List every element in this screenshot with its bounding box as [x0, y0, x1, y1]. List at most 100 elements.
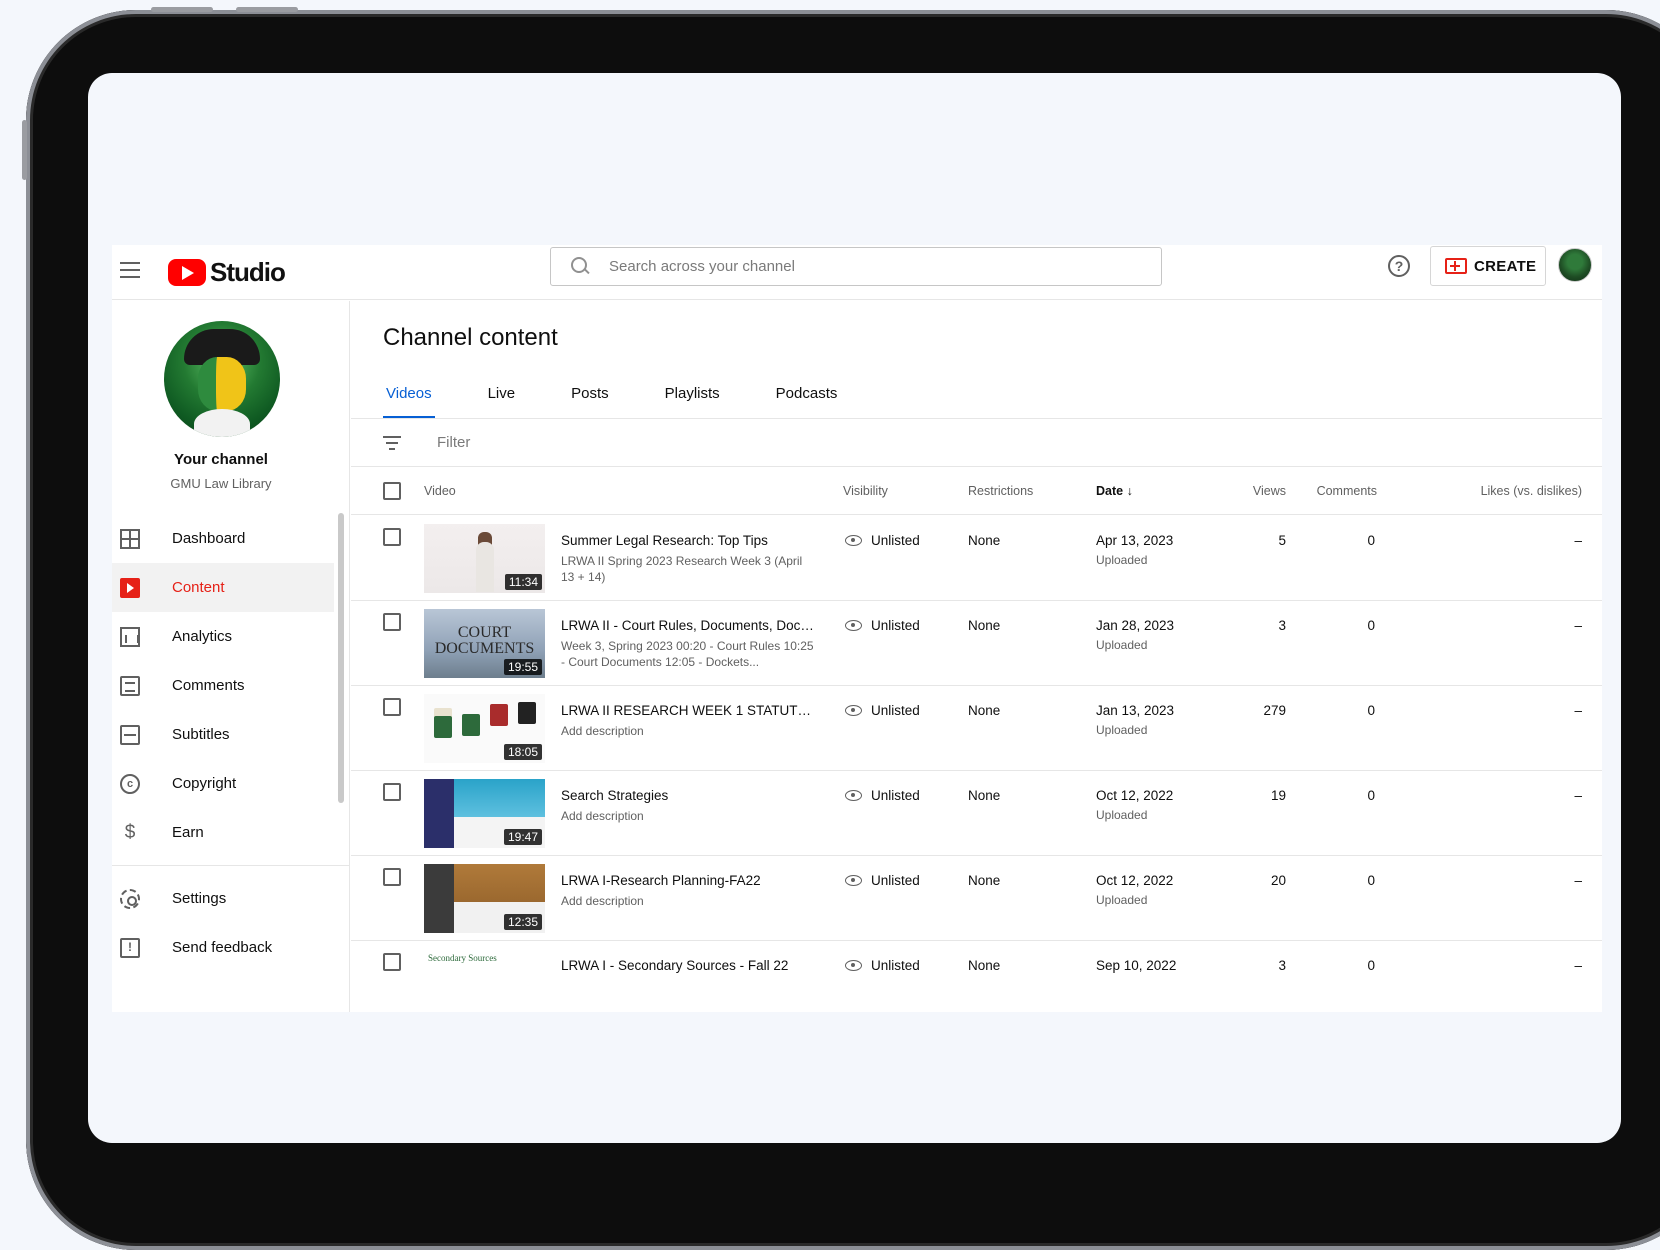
menu-icon[interactable]: [120, 262, 140, 278]
restrictions-value: None: [968, 703, 1001, 718]
column-date-label: Date: [1096, 484, 1124, 498]
video-thumbnail[interactable]: 19:47: [424, 779, 545, 848]
tab-posts[interactable]: Posts: [568, 373, 612, 419]
row-checkbox[interactable]: [383, 528, 401, 546]
video-thumbnail[interactable]: 18:05: [424, 694, 545, 763]
comments-value: 0: [1367, 958, 1375, 973]
video-thumbnail[interactable]: 11:34: [424, 524, 545, 593]
sidebar-item-dashboard[interactable]: Dashboard: [112, 514, 334, 563]
visibility-cell[interactable]: Unlisted: [845, 958, 920, 973]
date-value: Jan 28, 2023: [1096, 618, 1175, 633]
date-status: Uploaded: [1096, 893, 1148, 907]
visibility-cell[interactable]: Unlisted: [845, 703, 920, 718]
sidebar-item-analytics[interactable]: Analytics: [112, 612, 334, 661]
table-row[interactable]: Secondary Sources LRWA I - Secondary Sou…: [351, 941, 1602, 1012]
sidebar-item-label: Earn: [172, 824, 204, 841]
video-title[interactable]: Search Strategies: [561, 788, 816, 803]
search-input[interactable]: [609, 258, 1129, 275]
row-checkbox[interactable]: [383, 868, 401, 886]
youtube-play-icon: [168, 259, 206, 286]
row-checkbox[interactable]: [383, 613, 401, 631]
eye-icon: [845, 535, 862, 546]
row-checkbox[interactable]: [383, 783, 401, 801]
video-title[interactable]: LRWA I-Research Planning-FA22: [561, 873, 816, 888]
search-bar[interactable]: [550, 247, 1162, 286]
create-label: CREATE: [1474, 257, 1537, 275]
comments-value: 0: [1367, 788, 1375, 803]
column-views[interactable]: Views: [1253, 484, 1286, 498]
video-title[interactable]: Summer Legal Research: Top Tips: [561, 533, 816, 548]
tab-podcasts[interactable]: Podcasts: [773, 373, 841, 419]
visibility-value: Unlisted: [871, 873, 920, 888]
sidebar-item-comments[interactable]: Comments: [112, 661, 334, 710]
table-row[interactable]: 12:35 LRWA I-Research Planning-FA22 Add …: [351, 856, 1602, 941]
video-description: LRWA II Spring 2023 Research Week 3 (Apr…: [561, 554, 803, 584]
tablet-side-button: [22, 120, 27, 180]
select-all-checkbox[interactable]: [383, 482, 401, 500]
visibility-cell[interactable]: Unlisted: [845, 873, 920, 888]
video-title[interactable]: LRWA II - Court Rules, Documents, Dock..…: [561, 618, 816, 633]
row-checkbox[interactable]: [383, 698, 401, 716]
visibility-value: Unlisted: [871, 958, 920, 973]
video-thumbnail[interactable]: COURT DOCUMENTS 19:55: [424, 609, 545, 678]
visibility-cell[interactable]: Unlisted: [845, 533, 920, 548]
thumbnail-text: Secondary Sources: [428, 953, 497, 963]
visibility-cell[interactable]: Unlisted: [845, 618, 920, 633]
table-row[interactable]: 11:34 Summer Legal Research: Top Tips LR…: [351, 516, 1602, 601]
column-likes[interactable]: Likes (vs. dislikes): [1481, 484, 1582, 498]
channel-avatar[interactable]: [164, 321, 280, 437]
sidebar-item-content[interactable]: Content: [112, 563, 334, 612]
account-avatar[interactable]: [1558, 248, 1592, 282]
comments-value: 0: [1367, 873, 1375, 888]
sidebar-item-earn[interactable]: $ Earn: [112, 808, 334, 857]
eye-icon: [845, 620, 862, 631]
date-value: Apr 13, 2023: [1096, 533, 1174, 548]
analytics-icon: [120, 626, 140, 647]
sidebar-nav: Dashboard Content Analytics Comments Sub…: [112, 514, 334, 879]
tablet-top-button: [151, 7, 213, 12]
filter-icon[interactable]: [383, 435, 401, 450]
restrictions-value: None: [968, 873, 1001, 888]
video-description[interactable]: Add description: [561, 723, 816, 739]
sidebar-item-label: Dashboard: [172, 530, 246, 547]
help-icon[interactable]: ?: [1388, 255, 1410, 277]
column-visibility[interactable]: Visibility: [843, 484, 888, 498]
video-thumbnail[interactable]: Secondary Sources: [424, 949, 545, 1012]
channel-name: GMU Law Library: [170, 476, 272, 491]
row-checkbox[interactable]: [383, 953, 401, 971]
filter-bar[interactable]: Filter: [351, 419, 1602, 467]
tab-live[interactable]: Live: [485, 373, 519, 419]
restrictions-value: None: [968, 958, 1001, 973]
views-value: 279: [1263, 703, 1286, 718]
sidebar-scrollbar[interactable]: [338, 513, 344, 803]
table-row[interactable]: COURT DOCUMENTS 19:55 LRWA II - Court Ru…: [351, 601, 1602, 686]
column-comments[interactable]: Comments: [1317, 484, 1377, 498]
column-restrictions[interactable]: Restrictions: [968, 484, 1033, 498]
video-title[interactable]: LRWA II RESEARCH WEEK 1 STATUTES ...: [561, 703, 816, 718]
studio-logo[interactable]: Studio: [168, 257, 286, 288]
likes-value: –: [1574, 958, 1582, 973]
video-title[interactable]: LRWA I - Secondary Sources - Fall 22: [561, 958, 816, 973]
tab-playlists[interactable]: Playlists: [662, 373, 723, 419]
comments-value: 0: [1367, 703, 1375, 718]
dashboard-icon: [120, 528, 140, 549]
column-date[interactable]: Date ↓: [1096, 484, 1133, 498]
video-description[interactable]: Add description: [561, 893, 816, 909]
sidebar-item-copyright[interactable]: c Copyright: [112, 759, 334, 808]
page-title: Channel content: [383, 324, 558, 351]
channel-title: Your channel: [174, 451, 268, 468]
sidebar-item-subtitles[interactable]: Subtitles: [112, 710, 334, 759]
video-description[interactable]: Add description: [561, 808, 816, 824]
sidebar-item-settings[interactable]: Settings: [112, 874, 334, 923]
table-row[interactable]: 19:47 Search Strategies Add description …: [351, 771, 1602, 856]
sidebar-item-send-feedback[interactable]: ! Send feedback: [112, 923, 334, 972]
table-row[interactable]: 18:05 LRWA II RESEARCH WEEK 1 STATUTES .…: [351, 686, 1602, 771]
content-icon: [120, 577, 140, 598]
filter-input[interactable]: Filter: [437, 434, 470, 451]
sidebar-item-label: Analytics: [172, 628, 233, 645]
video-thumbnail[interactable]: 12:35: [424, 864, 545, 933]
create-button[interactable]: CREATE: [1430, 246, 1546, 286]
tab-videos[interactable]: Videos: [383, 373, 435, 419]
video-duration: 18:05: [503, 744, 542, 760]
visibility-cell[interactable]: Unlisted: [845, 788, 920, 803]
